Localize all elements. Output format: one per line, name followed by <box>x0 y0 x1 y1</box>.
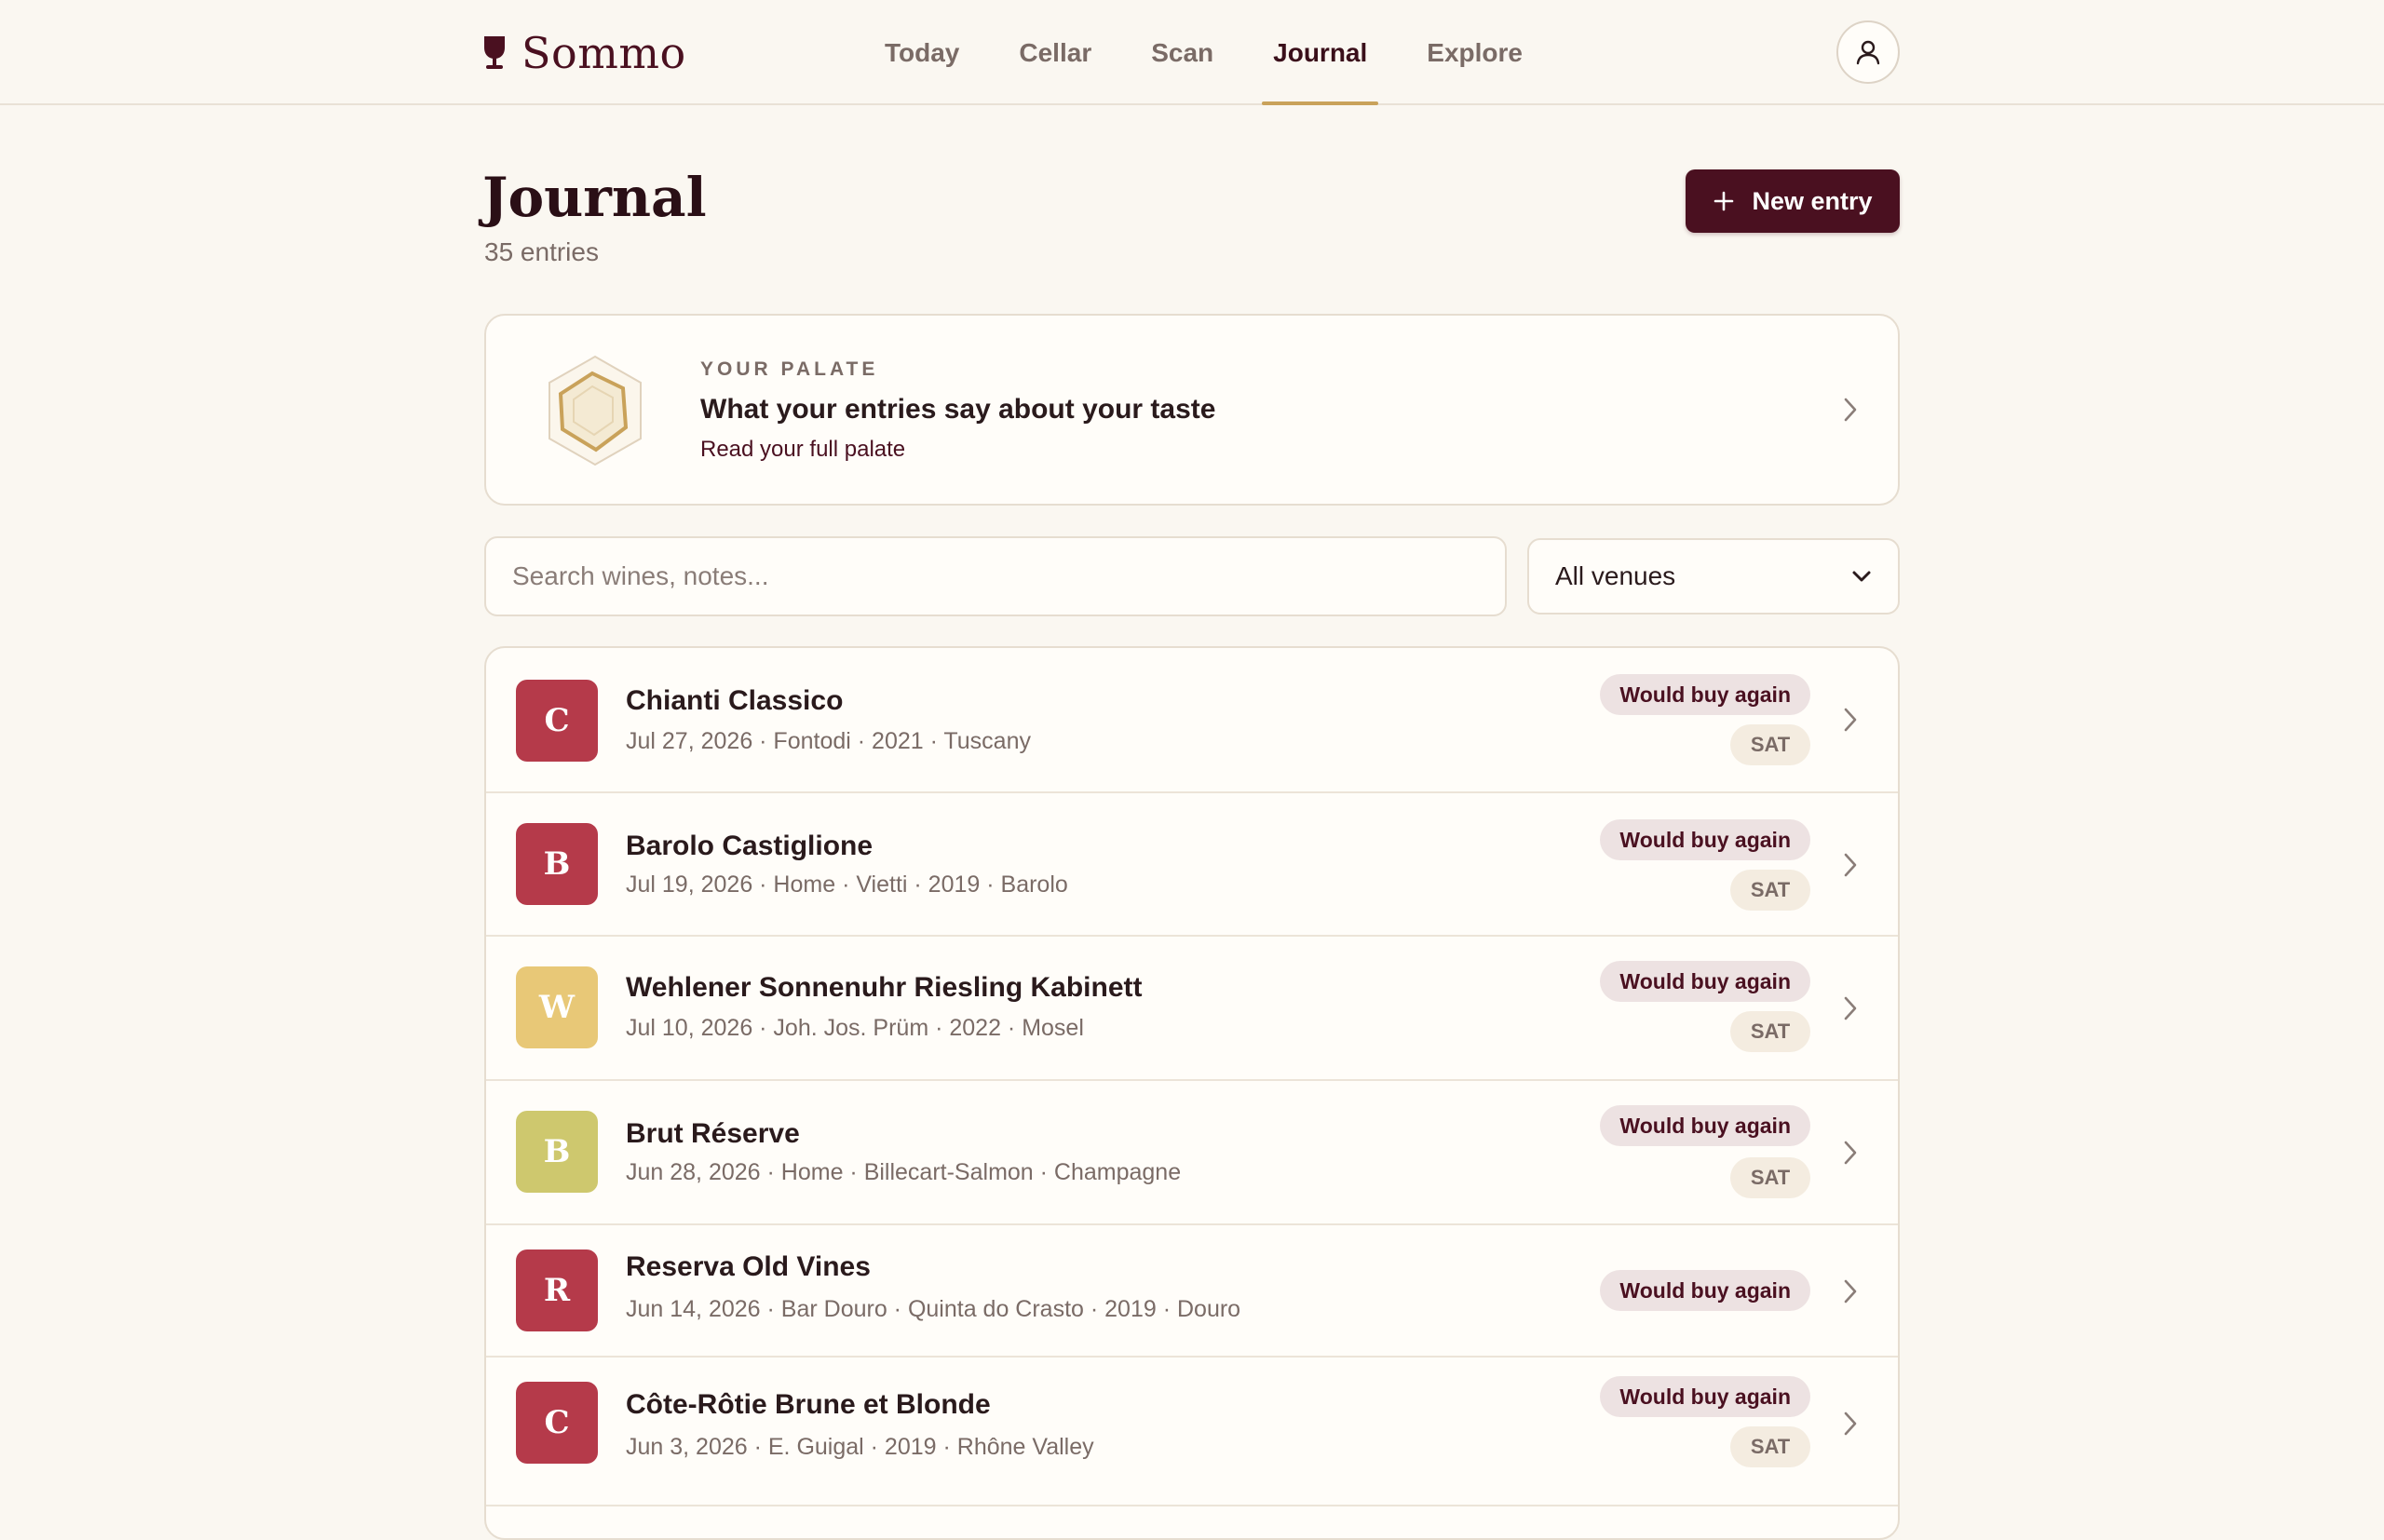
chevron-right-icon <box>1844 996 1857 1020</box>
nav-item-explore[interactable]: Explore <box>1397 0 1552 105</box>
wine-name: Brut Réserve <box>626 1118 800 1149</box>
palate-title: What your entries say about your taste <box>700 394 1216 425</box>
journal-entry-row[interactable]: W Wehlener Sonnenuhr Riesling Kabinett J… <box>486 937 1898 1081</box>
wine-meta: Jun 14, 2026 · Bar Douro · Quinta do Cra… <box>626 1296 1241 1322</box>
day-tag: SAT <box>1730 1157 1810 1198</box>
wine-meta: Jul 10, 2026 · Joh. Jos. Prüm · 2022 · M… <box>626 1015 1084 1041</box>
would-buy-again-tag: Would buy again <box>1600 961 1810 1002</box>
main-nav: Today Cellar Scan Journal Explore <box>855 0 1552 105</box>
page-title: Journal <box>482 166 707 229</box>
new-entry-button[interactable]: New entry <box>1686 169 1900 233</box>
wine-initial-badge: B <box>516 823 598 905</box>
journal-entry-row[interactable]: B Barolo Castiglione Jul 19, 2026 · Home… <box>486 793 1898 937</box>
wine-initial-badge: R <box>516 1250 598 1331</box>
day-tag: SAT <box>1730 724 1810 765</box>
venue-select-value: All venues <box>1555 561 1676 590</box>
palate-card[interactable]: YOUR PALATE What your entries say about … <box>484 314 1900 506</box>
account-avatar-button[interactable] <box>1836 20 1900 84</box>
journal-entry-row[interactable]: B Brut Réserve Jun 28, 2026 · Home · Bil… <box>486 1081 1898 1225</box>
palate-hexagon-icon <box>549 355 642 466</box>
wine-glass-icon <box>484 36 505 69</box>
wine-initial-badge: B <box>516 1111 598 1193</box>
wine-name: Reserva Old Vines <box>626 1251 871 1282</box>
would-buy-again-tag: Would buy again <box>1600 819 1810 860</box>
palate-eyebrow: YOUR PALATE <box>700 358 879 380</box>
wine-name: Côte-Rôtie Brune et Blonde <box>626 1389 991 1420</box>
day-tag: SAT <box>1730 1011 1810 1052</box>
palate-link[interactable]: Read your full palate <box>700 437 905 463</box>
nav-item-cellar[interactable]: Cellar <box>989 0 1121 105</box>
chevron-right-icon <box>1844 1141 1857 1165</box>
would-buy-again-tag: Would buy again <box>1600 1105 1810 1146</box>
wine-name: Chianti Classico <box>626 685 844 716</box>
wine-initial-badge: C <box>516 1382 598 1464</box>
wine-meta: Jul 19, 2026 · Home · Vietti · 2019 · Ba… <box>626 871 1068 898</box>
venue-select[interactable]: All venues <box>1527 538 1900 615</box>
day-tag: SAT <box>1730 870 1810 911</box>
wine-meta: Jun 3, 2026 · E. Guigal · 2019 · Rhône V… <box>626 1434 1094 1460</box>
chevron-right-icon <box>1844 1279 1857 1304</box>
chevron-down-icon <box>1852 571 1871 582</box>
would-buy-again-tag: Would buy again <box>1600 1376 1810 1417</box>
search-input[interactable] <box>484 536 1507 616</box>
chevron-right-icon <box>1844 398 1857 422</box>
wine-name: Wehlener Sonnenuhr Riesling Kabinett <box>626 972 1143 1003</box>
nav-item-scan[interactable]: Scan <box>1121 0 1243 105</box>
new-entry-label: New entry <box>1752 186 1873 215</box>
entry-count: 35 entries <box>484 237 599 266</box>
journal-entry-list: C Chianti Classico Jul 27, 2026 · Fontod… <box>484 646 1900 1540</box>
nav-item-journal[interactable]: Journal <box>1243 0 1397 105</box>
journal-entry-row[interactable]: C Chianti Classico Jul 27, 2026 · Fontod… <box>486 648 1898 793</box>
wine-initial-badge: W <box>516 966 598 1048</box>
user-icon <box>1856 40 1880 65</box>
would-buy-again-tag: Would buy again <box>1600 1270 1810 1311</box>
day-tag: SAT <box>1730 1426 1810 1467</box>
wine-meta: Jun 28, 2026 · Home · Billecart-Salmon ·… <box>626 1159 1182 1185</box>
chevron-right-icon <box>1844 1412 1857 1436</box>
would-buy-again-tag: Would buy again <box>1600 674 1810 715</box>
chevron-right-icon <box>1844 708 1857 732</box>
top-navigation-bar: Sommo Today Cellar Scan Journal Explore <box>0 0 2384 105</box>
brand-name: Sommo <box>522 28 686 78</box>
chevron-right-icon <box>1844 853 1857 877</box>
wine-meta: Jul 27, 2026 · Fontodi · 2021 · Tuscany <box>626 728 1031 754</box>
plus-icon <box>1714 191 1734 211</box>
journal-entry-row[interactable]: C Côte-Rôtie Brune et Blonde Jun 3, 2026… <box>486 1358 1898 1506</box>
wine-name: Barolo Castiglione <box>626 831 874 861</box>
journal-entry-row[interactable]: R Reserva Old Vines Jun 14, 2026 · Bar D… <box>486 1225 1898 1358</box>
wine-initial-badge: C <box>516 680 598 762</box>
nav-item-today[interactable]: Today <box>855 0 989 105</box>
brand-logo[interactable]: Sommo <box>482 26 686 80</box>
